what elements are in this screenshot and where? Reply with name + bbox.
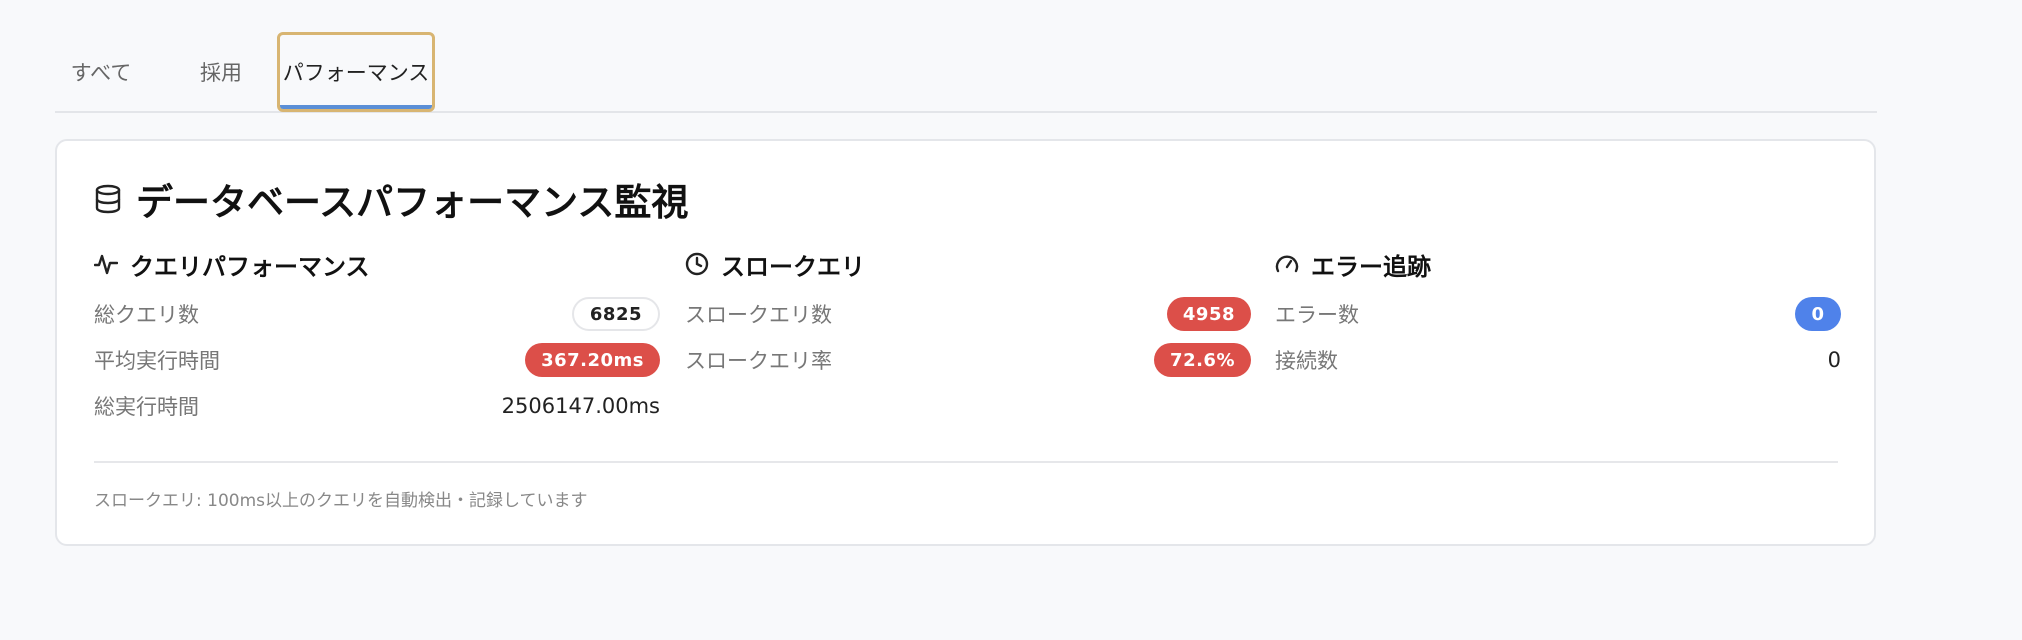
stat-label: エラー数 bbox=[1275, 303, 1359, 327]
activity-icon bbox=[94, 252, 118, 276]
section-heading: スロークエリ bbox=[685, 247, 1251, 281]
tab-all[interactable]: すべて bbox=[55, 32, 147, 112]
stat-label: スロークエリ数 bbox=[685, 303, 832, 327]
stat-label: スロークエリ率 bbox=[685, 349, 832, 373]
card-title: データベースパフォーマンス監視 bbox=[94, 173, 688, 225]
slow-query-section: スロークエリ スロークエリ数 4958 スロークエリ率 72.6% bbox=[685, 247, 1251, 383]
slow-query-count-badge: 4958 bbox=[1166, 297, 1251, 331]
tab-bar: すべて 採用 パフォーマンス bbox=[55, 0, 1877, 113]
footer-note: スロークエリ: 100ms以上のクエリを自動検出・記録しています bbox=[94, 491, 588, 511]
stat-row-slow-query-rate: スロークエリ率 72.6% bbox=[685, 337, 1251, 383]
error-count-badge: 0 bbox=[1795, 297, 1841, 331]
tab-recruitment[interactable]: 採用 bbox=[175, 32, 267, 112]
tab-performance[interactable]: パフォーマンス bbox=[277, 32, 435, 112]
total-exec-time-value: 2506147.00ms bbox=[501, 394, 660, 418]
stat-label: 平均実行時間 bbox=[94, 349, 220, 373]
stat-row-total-exec-time: 総実行時間 2506147.00ms bbox=[94, 383, 660, 429]
slow-query-rate-badge: 72.6% bbox=[1154, 343, 1251, 377]
stat-row-error-count: エラー数 0 bbox=[1275, 291, 1841, 337]
stat-label: 総クエリ数 bbox=[94, 303, 199, 327]
section-heading-text: エラー追跡 bbox=[1311, 252, 1431, 281]
section-heading-text: クエリパフォーマンス bbox=[130, 252, 370, 281]
clock-icon bbox=[685, 252, 709, 276]
error-tracking-section: エラー追跡 エラー数 0 接続数 0 bbox=[1275, 247, 1841, 383]
card-title-text: データベースパフォーマンス監視 bbox=[136, 181, 689, 224]
stat-row-avg-exec-time: 平均実行時間 367.20ms bbox=[94, 337, 660, 383]
database-icon bbox=[95, 184, 121, 214]
stat-row-total-queries: 総クエリ数 6825 bbox=[94, 291, 660, 337]
query-performance-section: クエリパフォーマンス 総クエリ数 6825 平均実行時間 367.20ms 総実… bbox=[94, 247, 660, 429]
section-heading: クエリパフォーマンス bbox=[94, 247, 660, 281]
connection-count-value: 0 bbox=[1827, 348, 1841, 372]
section-heading: エラー追跡 bbox=[1275, 247, 1841, 281]
db-performance-card: データベースパフォーマンス監視 クエリパフォーマンス 総クエリ数 6825 平均… bbox=[55, 139, 1876, 546]
stat-row-slow-query-count: スロークエリ数 4958 bbox=[685, 291, 1251, 337]
stat-label: 接続数 bbox=[1275, 349, 1338, 373]
total-queries-badge: 6825 bbox=[571, 297, 660, 331]
section-heading-text: スロークエリ bbox=[721, 252, 865, 281]
stat-row-connection-count: 接続数 0 bbox=[1275, 337, 1841, 383]
stat-label: 総実行時間 bbox=[94, 395, 199, 419]
gauge-icon bbox=[1275, 252, 1299, 276]
avg-exec-time-badge: 367.20ms bbox=[525, 343, 660, 377]
divider bbox=[94, 461, 1838, 463]
